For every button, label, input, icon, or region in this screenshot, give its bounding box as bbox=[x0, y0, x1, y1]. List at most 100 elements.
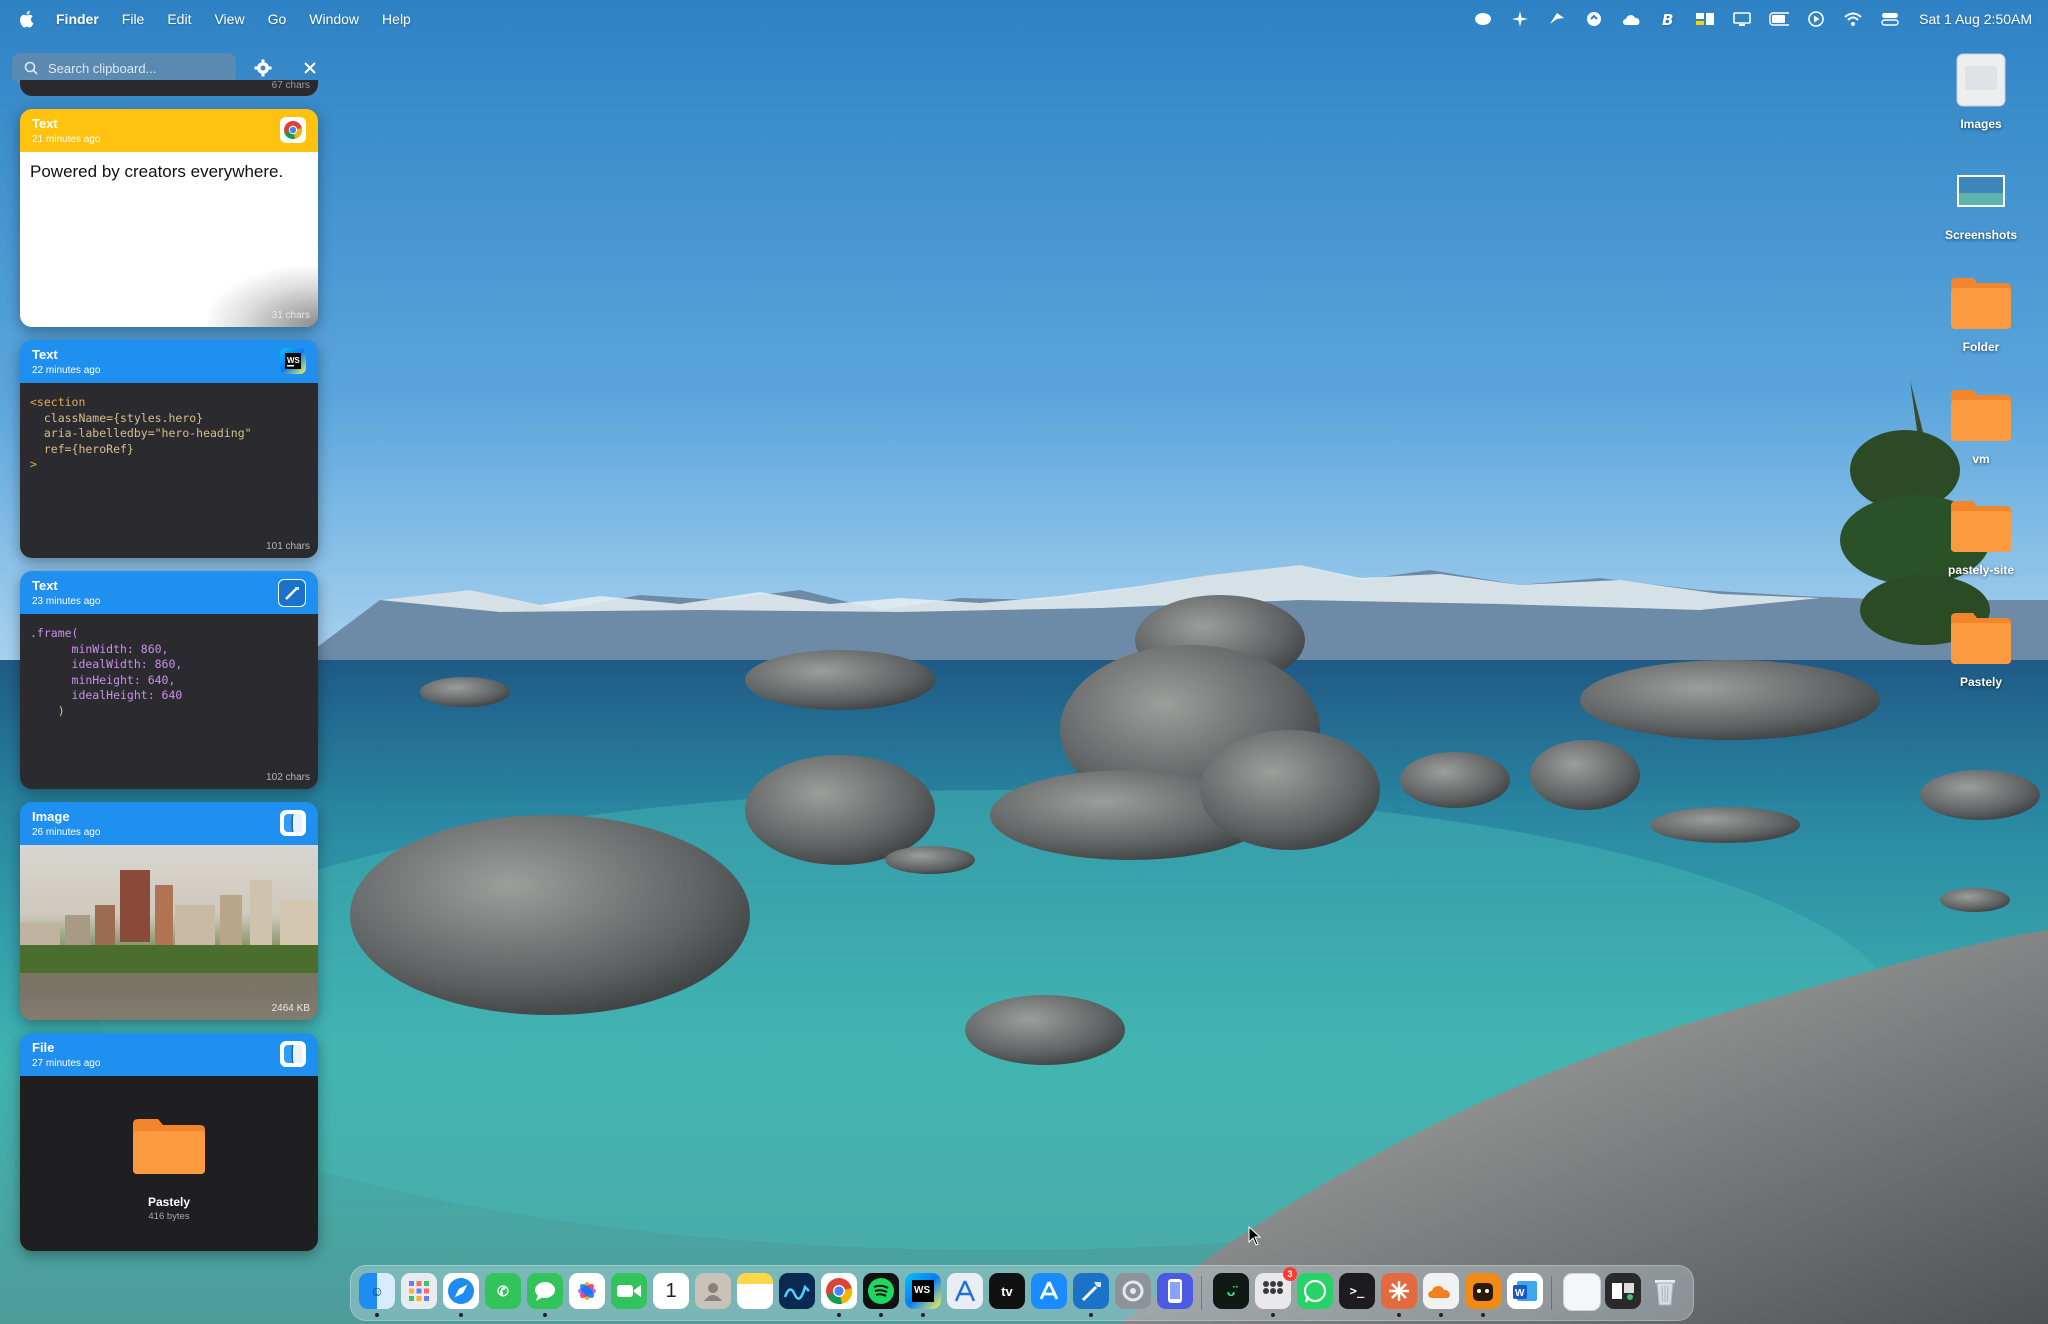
menu-go[interactable]: Go bbox=[268, 11, 287, 27]
cloud-icon[interactable] bbox=[1621, 10, 1641, 28]
code-line: ) bbox=[30, 703, 65, 718]
dock-app-store[interactable] bbox=[1031, 1273, 1067, 1309]
claude-starburst-icon bbox=[1389, 1281, 1409, 1301]
dock-instruments[interactable] bbox=[947, 1273, 983, 1309]
card-time: 22 minutes ago bbox=[32, 365, 101, 376]
finder-icon: ☺ bbox=[369, 1283, 385, 1299]
gear-icon bbox=[254, 59, 272, 77]
dock-whatsapp[interactable] bbox=[1297, 1273, 1333, 1309]
dock-finder[interactable]: ☺ bbox=[359, 1273, 395, 1309]
mouse-cursor-icon bbox=[1248, 1226, 1262, 1246]
finder-icon bbox=[280, 810, 306, 836]
dock-messages[interactable] bbox=[527, 1273, 563, 1309]
screenshot-file-icon bbox=[1957, 175, 2005, 207]
menu-help[interactable]: Help bbox=[382, 11, 411, 27]
dock-facetime[interactable] bbox=[611, 1273, 647, 1309]
folder-icon bbox=[1951, 501, 2011, 552]
desktop-icon-vm[interactable]: vm bbox=[1926, 387, 2036, 466]
desktop-icon-folder[interactable]: Folder bbox=[1926, 275, 2036, 354]
card-type: File bbox=[32, 1040, 55, 1055]
card-text-content: Powered by creators everywhere. bbox=[30, 162, 284, 181]
dock-xcode[interactable] bbox=[1073, 1273, 1109, 1309]
chrome-icon bbox=[280, 117, 306, 143]
dock-phone[interactable]: ✆ bbox=[485, 1273, 521, 1309]
dock-system-settings[interactable] bbox=[1115, 1273, 1151, 1309]
apple-logo-icon[interactable] bbox=[18, 10, 34, 28]
app-status-icon[interactable] bbox=[1473, 10, 1493, 28]
menu-edit[interactable]: Edit bbox=[167, 11, 191, 27]
folder-icon bbox=[1951, 613, 2011, 664]
dock-word[interactable]: W bbox=[1507, 1273, 1543, 1309]
menu-finder[interactable]: Finder bbox=[56, 11, 99, 27]
desktop-icon-label: Folder bbox=[1962, 340, 2000, 354]
menu-view[interactable]: View bbox=[214, 11, 244, 27]
wing-icon[interactable] bbox=[1547, 10, 1567, 28]
cloud-icon bbox=[1428, 1285, 1450, 1298]
file-size: 416 bytes bbox=[148, 1211, 190, 1222]
dock-launchpad[interactable] bbox=[401, 1273, 437, 1309]
dock-chrome[interactable] bbox=[821, 1273, 857, 1309]
dock-claude[interactable] bbox=[1381, 1273, 1417, 1309]
sparkle-icon[interactable] bbox=[1510, 10, 1530, 28]
notification-badge: 3 bbox=[1283, 1267, 1297, 1281]
chrome-icon bbox=[826, 1278, 853, 1304]
clipboard-card-code[interactable]: Text 22 minutes ago WS <section classNam… bbox=[20, 340, 318, 558]
dock-cloudflare[interactable] bbox=[1423, 1273, 1459, 1309]
clipboard-search-bar[interactable] bbox=[12, 53, 236, 83]
menu-window[interactable]: Window bbox=[309, 11, 359, 27]
desktop-icon-label: Screenshots bbox=[1944, 228, 2018, 242]
desktop-icon-screenshots[interactable]: Screenshots bbox=[1926, 163, 2036, 242]
battery-icon[interactable] bbox=[1769, 10, 1790, 28]
dock-terminal-app[interactable]: ᴗ̈ bbox=[1213, 1273, 1249, 1309]
close-panel-button[interactable] bbox=[298, 56, 322, 80]
dock-contacts[interactable] bbox=[695, 1273, 731, 1309]
control-center-icon[interactable] bbox=[1880, 10, 1900, 28]
window-manager-icon[interactable] bbox=[1695, 10, 1715, 28]
dock-safari[interactable] bbox=[443, 1273, 479, 1309]
dock-webstorm[interactable]: WS bbox=[905, 1273, 941, 1309]
dock-screen-recorder[interactable] bbox=[1605, 1273, 1641, 1309]
menubar-clock[interactable]: Sat 1 Aug 2:50AM bbox=[1919, 11, 2032, 27]
bold-b-icon[interactable]: B bbox=[1658, 10, 1678, 28]
terminal-prompt-icon: >_ bbox=[1349, 1284, 1365, 1298]
dock-terminal[interactable]: >_ bbox=[1339, 1273, 1375, 1309]
finder-icon bbox=[280, 1041, 306, 1067]
webstorm-icon: WS bbox=[912, 1280, 934, 1302]
previous-card-tail[interactable]: 67 chars bbox=[20, 80, 318, 96]
dock-notes[interactable] bbox=[737, 1273, 773, 1309]
card-header: File 27 minutes ago bbox=[20, 1033, 318, 1076]
contact-person-icon bbox=[704, 1283, 722, 1301]
dock-pastely[interactable] bbox=[1465, 1273, 1501, 1309]
desktop-icon-pastely[interactable]: Pastely bbox=[1926, 610, 2036, 689]
dock-spotify[interactable] bbox=[863, 1273, 899, 1309]
launchpad-icon bbox=[409, 1281, 429, 1301]
clipboard-card-code[interactable]: Text 23 minutes ago .frame( minWidth: 86… bbox=[20, 571, 318, 789]
clipboard-search-input[interactable] bbox=[46, 59, 230, 77]
dock-freeform[interactable] bbox=[779, 1273, 815, 1309]
dock-trash[interactable] bbox=[1647, 1273, 1683, 1309]
dock-simulator[interactable] bbox=[1157, 1273, 1193, 1309]
wifi-icon[interactable] bbox=[1843, 10, 1863, 28]
clipboard-card-text[interactable]: Text 21 minutes ago Powered by creators … bbox=[20, 109, 318, 327]
dock-preview[interactable] bbox=[1563, 1273, 1601, 1311]
menu-file[interactable]: File bbox=[122, 11, 145, 27]
refresh-icon[interactable] bbox=[1584, 10, 1604, 28]
desktop-icon-pastely-site[interactable]: pastely-site bbox=[1926, 498, 2036, 577]
word-doc-icon: W bbox=[1513, 1281, 1537, 1301]
display-icon[interactable] bbox=[1732, 10, 1752, 28]
dock-photos[interactable] bbox=[569, 1273, 605, 1309]
desktop-icon-label: Images bbox=[1960, 117, 2002, 131]
clipboard-card-image[interactable]: Image 26 minutes ago 2464 KB bbox=[20, 802, 318, 1020]
card-body: <section className={styles.hero} aria-la… bbox=[20, 383, 318, 558]
gear-icon bbox=[1122, 1280, 1144, 1302]
play-circle-icon[interactable] bbox=[1806, 10, 1826, 28]
dock-apple-tv[interactable]: tv bbox=[989, 1273, 1025, 1309]
clipboard-card-file[interactable]: File 27 minutes ago Pastely 416 bytes bbox=[20, 1033, 318, 1251]
card-size: 31 chars bbox=[271, 310, 310, 321]
dock-tailscale[interactable]: 3 bbox=[1255, 1267, 1297, 1309]
card-header: Image 26 minutes ago bbox=[20, 802, 318, 845]
settings-button[interactable] bbox=[251, 56, 275, 80]
desktop-icon-images[interactable]: Images bbox=[1926, 52, 2036, 131]
dock-calendar[interactable]: 1 bbox=[653, 1273, 689, 1309]
image-file-icon bbox=[1956, 53, 2006, 107]
